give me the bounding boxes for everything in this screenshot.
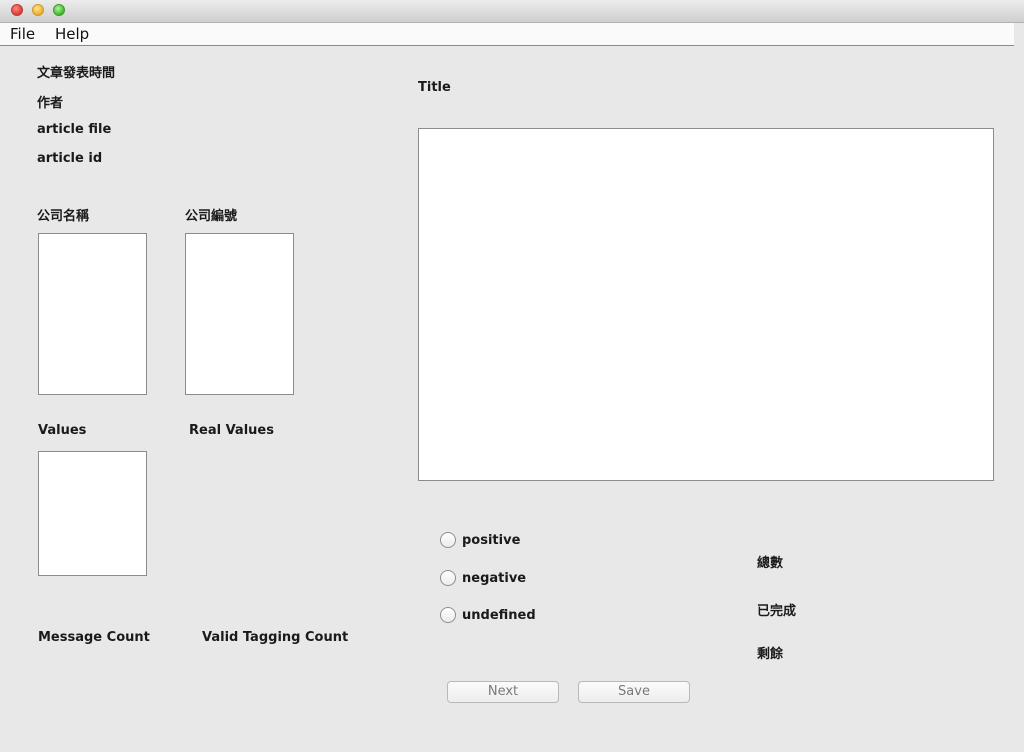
article-content-area[interactable] <box>418 128 994 481</box>
next-button[interactable]: Next <box>447 681 559 703</box>
radio-undefined-label: undefined <box>462 607 536 623</box>
radio-button-icon[interactable] <box>440 570 456 586</box>
author-label: 作者 <box>37 96 64 111</box>
company-name-label: 公司名稱 <box>37 209 90 224</box>
menu-help[interactable]: Help <box>55 25 89 43</box>
minimize-window-button[interactable] <box>32 4 44 16</box>
valid-tagging-count-label: Valid Tagging Count <box>202 630 349 645</box>
radio-positive-label: positive <box>462 532 521 548</box>
values-label: Values <box>38 423 87 438</box>
article-id-label: article id <box>37 151 103 166</box>
menu-file[interactable]: File <box>10 25 35 43</box>
menu-bar: File Help <box>0 23 1014 46</box>
values-list[interactable] <box>38 451 147 576</box>
total-label: 總數 <box>757 556 784 571</box>
radio-undefined[interactable]: undefined <box>440 607 536 623</box>
zoom-window-button[interactable] <box>53 4 65 16</box>
radio-negative-label: negative <box>462 570 527 586</box>
article-file-label: article file <box>37 122 112 137</box>
real-values-label: Real Values <box>189 423 274 438</box>
save-button[interactable]: Save <box>578 681 690 703</box>
radio-button-icon[interactable] <box>440 607 456 623</box>
radio-negative[interactable]: negative <box>440 570 526 586</box>
message-count-label: Message Count <box>38 630 150 645</box>
publish-time-label: 文章發表時間 <box>37 66 116 81</box>
title-label: Title <box>418 80 451 95</box>
completed-label: 已完成 <box>757 604 797 619</box>
window-titlebar <box>0 0 1024 23</box>
close-window-button[interactable] <box>11 4 23 16</box>
radio-button-icon[interactable] <box>440 532 456 548</box>
remaining-label: 剩餘 <box>757 647 784 662</box>
company-code-list[interactable] <box>185 233 294 395</box>
company-code-label: 公司編號 <box>185 209 238 224</box>
radio-positive[interactable]: positive <box>440 532 520 548</box>
company-name-list[interactable] <box>38 233 147 395</box>
